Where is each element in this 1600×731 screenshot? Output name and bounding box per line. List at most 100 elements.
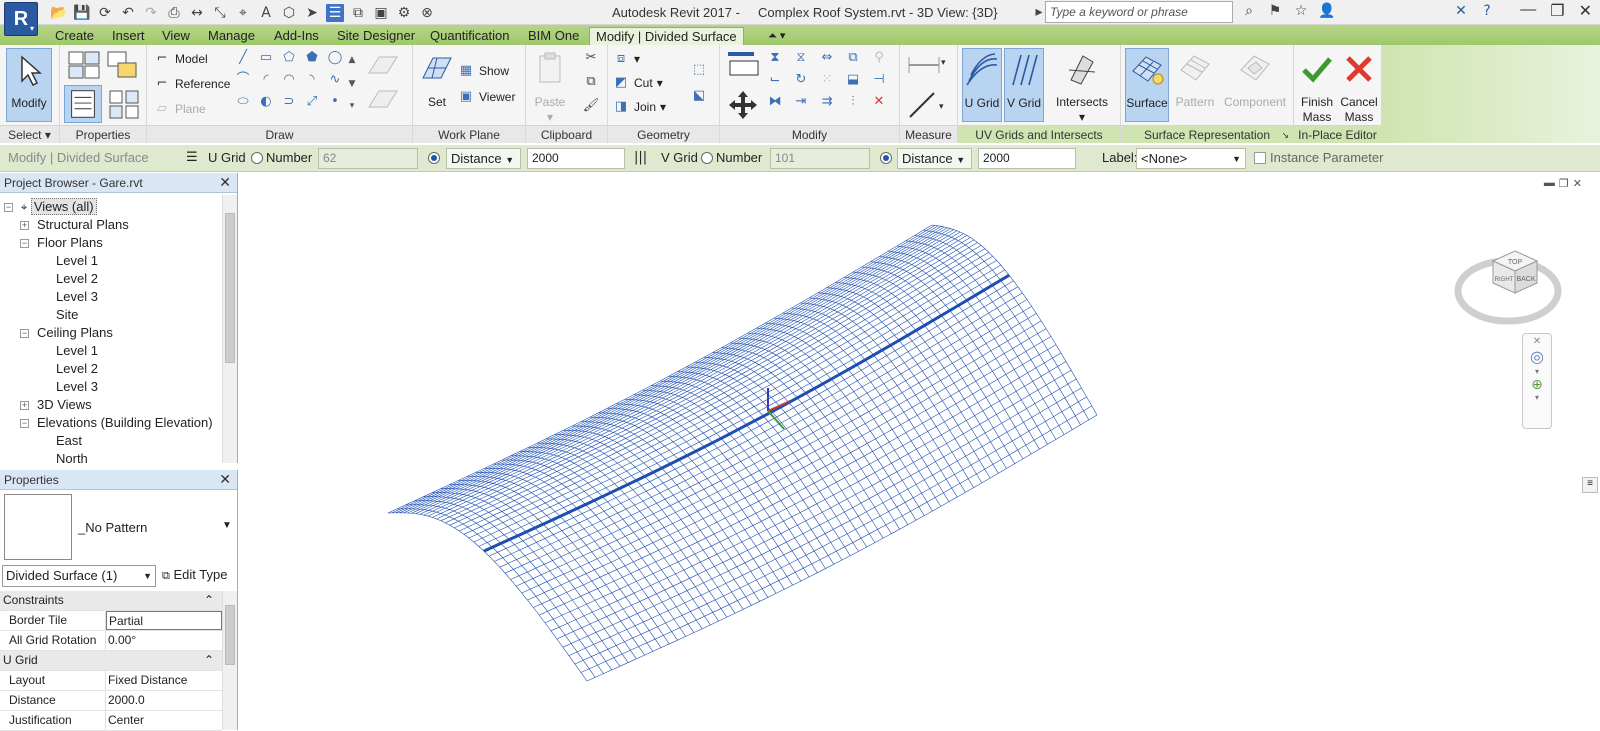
circumscribed-polygon-icon[interactable]: ⬟ (303, 49, 321, 67)
cut-geometry-button[interactable]: ◩ Cut ▾ (612, 73, 663, 93)
offset-icon[interactable]: ⇔ (818, 49, 836, 67)
half-ellipse-icon[interactable]: ⊃ (280, 93, 298, 111)
tab-quantification[interactable]: Quantification (424, 27, 516, 45)
reference-plane-button[interactable]: ▱ Plane (153, 99, 206, 119)
thin-lines-icon[interactable]: ☰ (326, 4, 344, 22)
help-icon[interactable]: ? (1478, 2, 1496, 20)
layout-value[interactable]: Fixed Distance (106, 671, 222, 690)
unpin-icon[interactable]: ⚲ (870, 49, 888, 67)
close-icon[interactable]: ✕ (219, 471, 231, 488)
tree-node-floor-level-3[interactable]: Level 3 (56, 288, 98, 306)
point-element-icon[interactable]: • (326, 93, 344, 111)
subscription-icon[interactable]: ⚑ (1266, 2, 1284, 20)
split-face-icon[interactable]: ⬕ (690, 87, 708, 105)
type-selector-dropdown-icon[interactable]: ▼ (222, 520, 232, 531)
component-button[interactable]: Component (1223, 48, 1287, 122)
redo-icon[interactable]: ↷ (142, 4, 160, 22)
tree-node-ceiling-plans[interactable]: − Ceiling Plans (20, 324, 113, 342)
edit-type-button[interactable]: ⧉ Edit Type (162, 567, 227, 583)
expand-icon[interactable]: + (20, 221, 29, 230)
cancel-icon[interactable]: ⊗ (418, 4, 436, 22)
collapse-icon[interactable]: − (20, 419, 29, 428)
minimize-icon[interactable]: — (1520, 1, 1536, 21)
dropdown-arrow-icon[interactable]: ▾ (45, 128, 51, 142)
side-panel-toggle-icon[interactable]: ≡ (1582, 477, 1598, 493)
join-geometry-button[interactable]: ◨ Join ▾ (612, 97, 666, 117)
pick-lines-icon[interactable]: ⤢ (303, 93, 321, 111)
delete-icon[interactable]: ✕ (870, 93, 888, 111)
border-tile-value[interactable]: Partial (106, 611, 222, 630)
family-types-icon[interactable] (104, 49, 140, 81)
user-icon[interactable]: 👤 (1318, 2, 1336, 20)
modify-button[interactable]: Modify (6, 48, 52, 122)
restore-icon[interactable]: ❐ (1550, 1, 1564, 21)
gallery-expand-icon[interactable]: ▾ (343, 97, 361, 115)
match-properties-icon[interactable]: 🖌 (582, 97, 600, 115)
cut-scissors-icon[interactable]: ✂ (582, 49, 600, 67)
expand-icon[interactable]: + (20, 401, 29, 410)
tab-add-ins[interactable]: Add-Ins (268, 27, 325, 45)
default-3d-view-icon[interactable]: ⬡ (280, 4, 298, 22)
pin-icon[interactable]: ⊣ (870, 71, 888, 89)
align-icon[interactable] (726, 49, 760, 79)
copy-icon[interactable]: ⧉ (582, 73, 600, 91)
application-menu-button[interactable]: R ▾ (4, 2, 38, 36)
tab-modify-divided-surface[interactable]: Modify | Divided Surface (589, 27, 744, 45)
switch-windows-icon[interactable]: ▣ (372, 4, 390, 22)
trim-extend-multiple-icon[interactable]: ⇉ (818, 93, 836, 111)
collapse-group-icon[interactable]: ⌃ (204, 591, 214, 610)
pattern-button[interactable]: Pattern (1171, 48, 1219, 122)
gallery-scroll-up-icon[interactable]: ▲ (343, 51, 361, 69)
cope-button[interactable]: ⧈ ▾ (612, 49, 640, 69)
spline-icon[interactable]: ∿ (326, 71, 344, 89)
tree-node-elevations[interactable]: − Elevations (Building Elevation) (20, 414, 213, 432)
grid-rotation-value[interactable]: 0.00° (106, 631, 222, 650)
scale-icon[interactable]: ⬓ (844, 71, 862, 89)
rectangle-icon[interactable]: ▭ (257, 49, 275, 67)
line-icon[interactable]: ╱ (234, 49, 252, 67)
tag-icon[interactable]: ⌖ (234, 4, 252, 22)
v-grid-button[interactable]: V Grid (1004, 48, 1044, 122)
steering-wheel-icon[interactable]: ◎ (1523, 347, 1551, 367)
customize-toolbar-icon[interactable]: ⚙ (395, 4, 413, 22)
3d-viewport[interactable]: ▬ ❐ ✕ TOP RIGHT BACK ✕ ◎ ▾ ⊕ ▾ ≡ (242, 173, 1600, 730)
v-mode-select[interactable]: Distance ▼ (897, 148, 972, 169)
search-input[interactable]: Type a keyword or phrase (1045, 1, 1233, 23)
scrollbar-thumb[interactable] (225, 605, 235, 665)
scrollbar-thumb[interactable] (225, 213, 235, 363)
model-line-button[interactable]: ⌐ Model (153, 49, 208, 69)
print-icon[interactable]: ⎙ (165, 4, 183, 22)
section-icon[interactable]: ➤ (303, 4, 321, 22)
tree-node-floor-level-1[interactable]: Level 1 (56, 252, 98, 270)
tree-node-ceiling-level-1[interactable]: Level 1 (56, 342, 98, 360)
viewcube[interactable]: TOP RIGHT BACK (1453, 233, 1563, 333)
v-distance-radio[interactable] (880, 150, 895, 165)
u-distance-input[interactable]: 2000 (527, 148, 625, 169)
undo-icon[interactable]: ↶ (119, 4, 137, 22)
finish-mass-button[interactable]: Finish Mass (1296, 48, 1338, 124)
family-category-icon[interactable] (106, 87, 142, 121)
instance-filter-select[interactable]: Divided Surface (1) ▼ (2, 565, 156, 587)
u-grid-button[interactable]: U Grid (962, 48, 1002, 122)
draw-on-face-icon[interactable] (365, 85, 401, 115)
distance-value[interactable]: 2000.0 (106, 691, 222, 710)
aligned-dimension-icon[interactable]: ⤡ (211, 4, 229, 22)
measure-between-icon[interactable]: ▾ (906, 51, 946, 77)
group-header-u-grid[interactable]: U Grid ⌃ (0, 651, 222, 671)
tree-node-views-all[interactable]: − ⌖ Views (all) (4, 198, 97, 216)
u-mode-select[interactable]: Distance ▼ (446, 148, 521, 169)
move-icon[interactable] (726, 89, 760, 121)
start-end-arc-icon[interactable]: ⌒ (234, 71, 252, 89)
tree-node-floor-level-2[interactable]: Level 2 (56, 270, 98, 288)
properties-scrollbar[interactable] (222, 591, 237, 730)
tangent-arc-icon[interactable]: ◠ (280, 71, 298, 89)
work-plane-draw-icon[interactable] (365, 51, 401, 81)
sync-icon[interactable]: ⟳ (96, 4, 114, 22)
circle-icon[interactable]: ◯ (326, 49, 344, 67)
trim-extend-single-icon[interactable]: ⇥ (792, 93, 810, 111)
justification-value[interactable]: Center (106, 711, 222, 730)
copy-element-icon[interactable]: ⧉ (844, 49, 862, 67)
split-gap-icon[interactable]: ⫶ (844, 93, 862, 111)
browser-scrollbar[interactable] (222, 195, 237, 463)
tree-node-3d-views[interactable]: +3D Views (20, 396, 92, 414)
